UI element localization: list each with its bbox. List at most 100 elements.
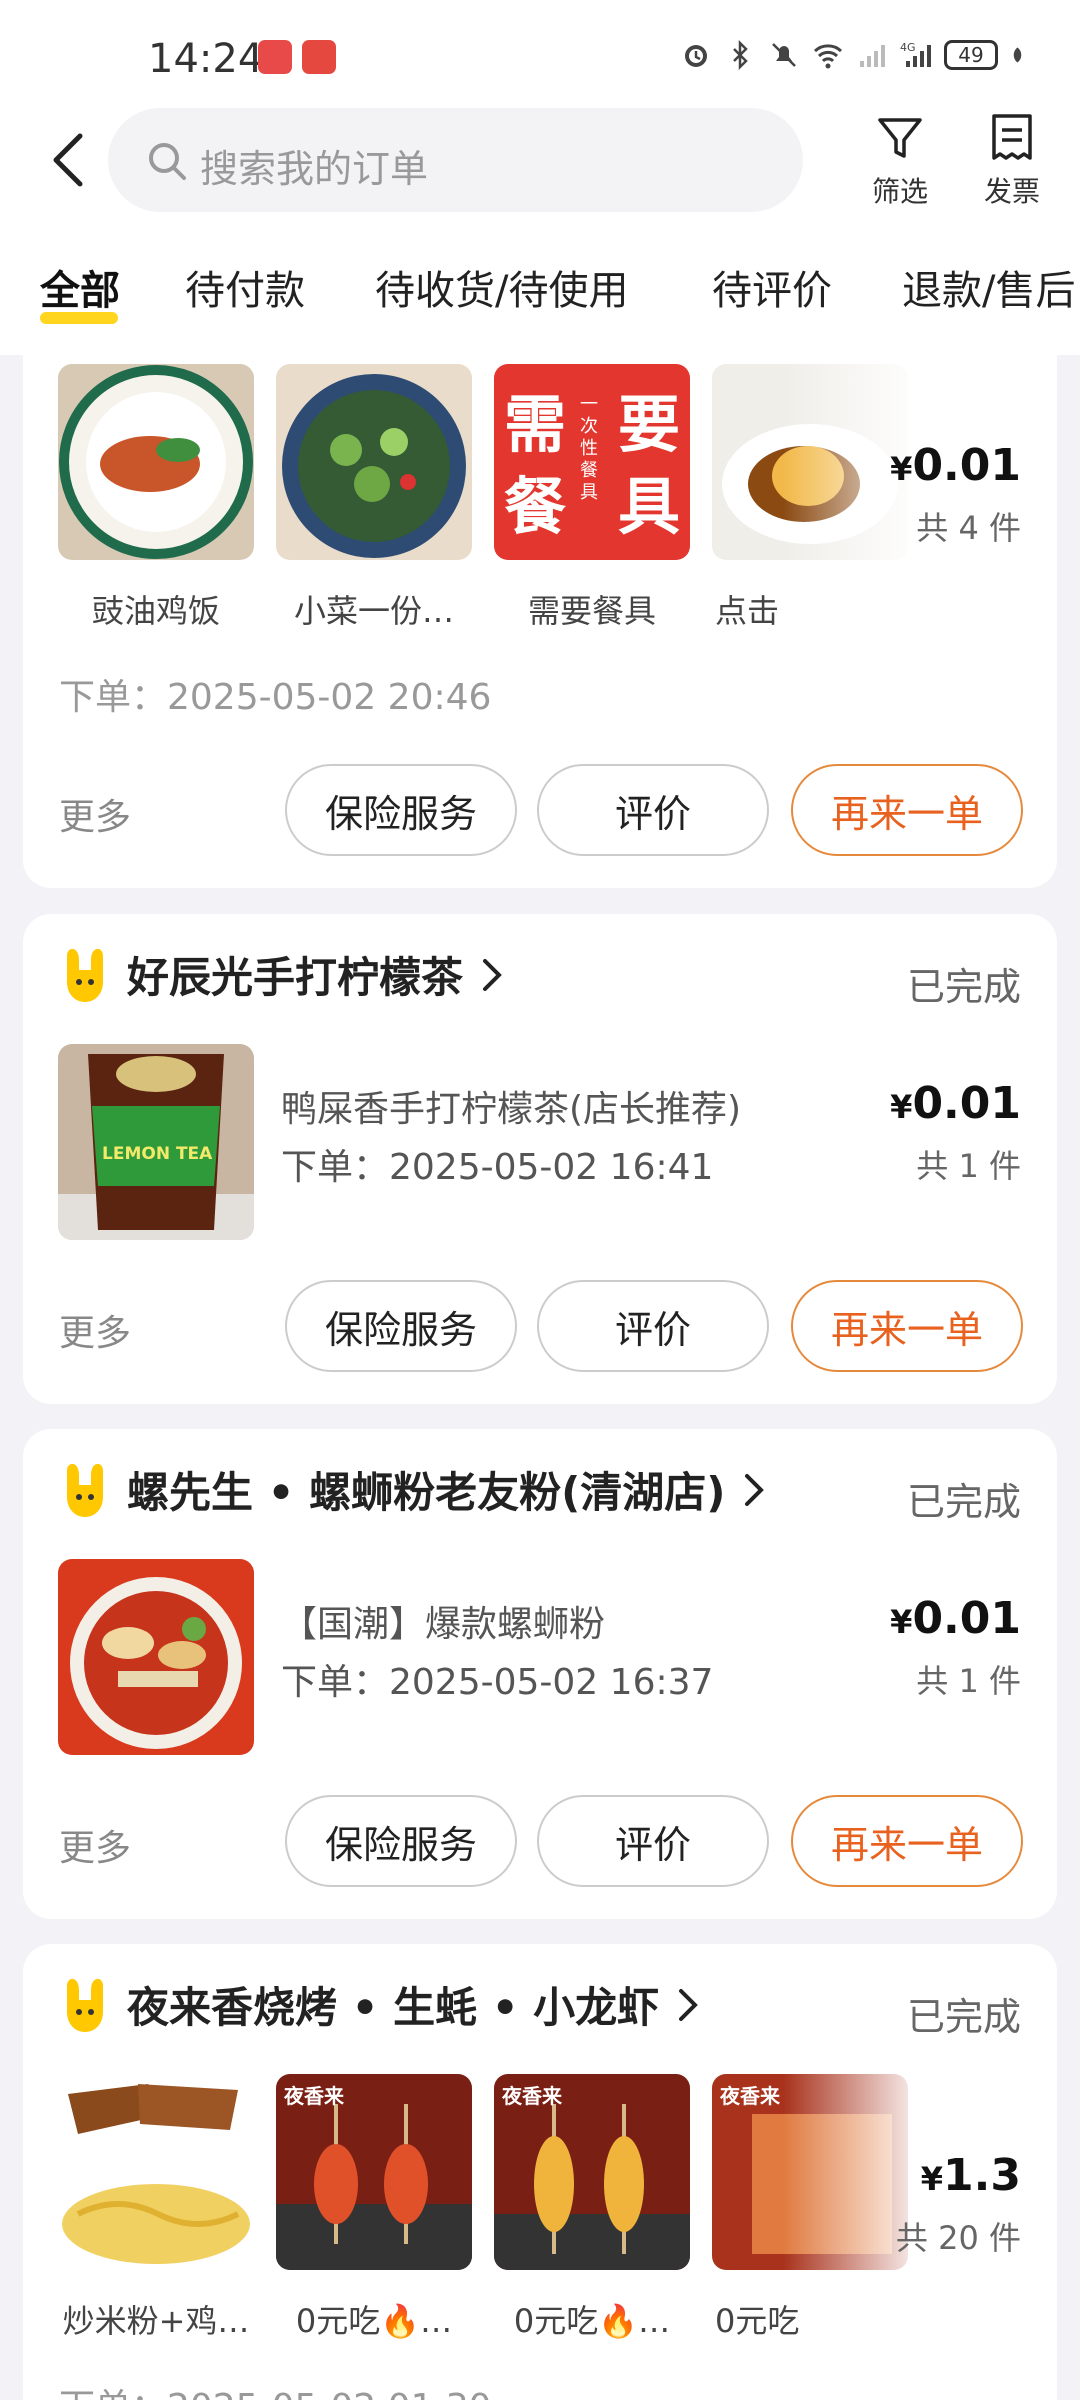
app-header: 14:24 4G 49 搜索我的订单 筛选 发票 全部 待付款 待收货/待使用 … xyxy=(0,0,1080,355)
item-name: 点击 xyxy=(715,592,780,630)
snail-noodle-image xyxy=(58,1559,254,1755)
product-thumbnail[interactable] xyxy=(276,364,472,560)
svg-text:4G: 4G xyxy=(900,41,916,54)
wifi-icon xyxy=(813,44,843,69)
item-name: 0元吃🔥… xyxy=(513,2302,671,2340)
reorder-button[interactable]: 再来一单 xyxy=(791,764,1023,856)
order-card[interactable]: 好辰光手打柠檬茶 已完成 LEMON TEA 鸭屎香手打柠檬茶(店长推荐) 下单… xyxy=(23,914,1057,1404)
tab-pending-review[interactable]: 待评价 xyxy=(712,258,832,316)
reorder-button[interactable]: 再来一单 xyxy=(791,1280,1023,1372)
product-thumbnail[interactable]: 夜香来 xyxy=(276,2074,472,2270)
review-button[interactable]: 评价 xyxy=(537,1280,769,1372)
tab-all[interactable]: 全部 xyxy=(40,258,120,316)
product-title: 鸭屎香手打柠檬茶(店长推荐) xyxy=(281,1089,742,1130)
order-price: ¥0.01 共 1 件 xyxy=(890,1593,1021,1700)
back-arrow-icon[interactable] xyxy=(48,130,88,190)
order-time: 下单：2025-05-02 16:37 xyxy=(281,1662,714,1703)
fried-rice-noodle-image xyxy=(58,2074,254,2270)
shop-name: 夜来香烧烤 • 生蚝 • 小龙虾 xyxy=(127,1983,660,2032)
order-time: 下单：2025-05-02 01:30 xyxy=(59,2378,491,2400)
order-status: 已完成 xyxy=(906,1480,1021,1524)
shop-name: 螺先生 • 螺蛳粉老友粉(清湖店) xyxy=(127,1468,726,1517)
shop-header[interactable]: 螺先生 • 螺蛳粉老友粉(清湖店) xyxy=(59,1459,767,1520)
product-title: 【国潮】爆款螺蛳粉 xyxy=(281,1604,606,1645)
invoice-label: 发票 xyxy=(983,175,1040,208)
order-price: ¥0.01 共 1 件 xyxy=(890,1078,1021,1185)
order-card[interactable]: 夜来香烧烤 • 生蚝 • 小龙虾 已完成 夜香来 夜香来 夜香来 炒米粉+鸡… … xyxy=(23,1944,1057,2400)
mute-icon xyxy=(772,43,796,67)
chevron-right-icon xyxy=(679,1988,699,2021)
status-bar: 14:24 4G 49 xyxy=(0,0,1080,115)
product-thumbnail[interactable]: 夜香来 xyxy=(494,2074,690,2270)
item-name: 豉油鸡饭 xyxy=(91,592,220,630)
status-icons: 4G 49 xyxy=(680,38,1030,72)
item-name: 小菜一份… xyxy=(293,592,454,630)
meituan-logo-icon xyxy=(67,1463,103,1517)
alarm-icon xyxy=(685,45,707,67)
thumb-text: 一次性餐具 xyxy=(580,394,598,503)
product-thumbnail[interactable]: LEMON TEA xyxy=(58,1044,254,1240)
leaf-icon xyxy=(1013,47,1022,63)
more-link[interactable]: 更多 xyxy=(59,1819,131,1871)
cucumber-dish-image xyxy=(276,364,472,560)
signal-weak-icon xyxy=(860,45,885,67)
thumb-text: 需 xyxy=(504,388,567,461)
thumb-text: 具 xyxy=(617,470,680,543)
search-placeholder: 搜索我的订单 xyxy=(200,147,429,191)
huawei-app-icon xyxy=(302,40,336,74)
tab-refund[interactable]: 退款/售后 xyxy=(902,258,1075,316)
thumb-text: LEMON TEA xyxy=(102,1144,213,1164)
order-price: ¥1.3 共 20 件 xyxy=(895,2150,1021,2257)
search-input[interactable]: 搜索我的订单 xyxy=(108,108,803,212)
item-name: 0元吃 xyxy=(715,2302,800,2340)
review-button[interactable]: 评价 xyxy=(537,764,769,856)
bluetooth-icon xyxy=(733,39,748,71)
insurance-button[interactable]: 保险服务 xyxy=(285,764,517,856)
insurance-button[interactable]: 保险服务 xyxy=(285,1280,517,1372)
meituan-logo-icon xyxy=(67,1978,103,2032)
thumb-brand: 夜香来 xyxy=(284,2084,344,2108)
order-price: ¥0.01 共 4 件 xyxy=(890,440,1021,547)
meituan-logo-icon xyxy=(67,948,103,1002)
order-status: 已完成 xyxy=(906,965,1021,1009)
tab-pending-receipt[interactable]: 待收货/待使用 xyxy=(375,258,628,316)
tab-pending-payment[interactable]: 待付款 xyxy=(185,258,305,316)
order-tabs: 全部 待付款 待收货/待使用 待评价 退款/售后 xyxy=(0,258,1080,328)
battery-icon: 49 xyxy=(944,40,998,70)
reorder-button[interactable]: 再来一单 xyxy=(791,1795,1023,1887)
invoice-button[interactable]: 发票 xyxy=(972,112,1052,210)
invoice-icon xyxy=(992,114,1032,160)
filter-icon xyxy=(878,118,922,158)
search-icon xyxy=(149,143,186,180)
filter-label: 筛选 xyxy=(871,175,928,208)
product-thumbnail[interactable] xyxy=(58,2074,254,2270)
thumb-text: 要 xyxy=(617,388,680,461)
shop-header[interactable]: 夜来香烧烤 • 生蚝 • 小龙虾 xyxy=(59,1974,701,2035)
shop-header[interactable]: 好辰光手打柠檬茶 xyxy=(59,944,505,1005)
status-time: 14:24 xyxy=(148,36,264,82)
shop-name: 好辰光手打柠檬茶 xyxy=(127,953,464,1002)
book-app-icon xyxy=(258,40,292,74)
product-thumbnail[interactable] xyxy=(58,1559,254,1755)
chevron-right-icon xyxy=(483,958,502,991)
item-name: 0元吃🔥… xyxy=(295,2302,453,2340)
item-name: 炒米粉+鸡… xyxy=(62,2302,250,2340)
order-status: 已完成 xyxy=(906,1995,1021,2039)
order-time: 下单：2025-05-02 16:41 xyxy=(281,1147,714,1188)
review-button[interactable]: 评价 xyxy=(537,1795,769,1887)
chicken-rice-image xyxy=(58,364,254,560)
order-time: 下单：2025-05-02 20:46 xyxy=(59,677,492,718)
more-link[interactable]: 更多 xyxy=(59,1304,131,1356)
thumb-text: 餐 xyxy=(504,470,567,543)
item-name: 需要餐具 xyxy=(527,592,656,630)
insurance-button[interactable]: 保险服务 xyxy=(285,1795,517,1887)
more-link[interactable]: 更多 xyxy=(59,788,131,840)
chevron-right-icon xyxy=(745,1473,765,1506)
filter-button[interactable]: 筛选 xyxy=(860,112,940,210)
order-card[interactable]: 需 要 餐 具 一次性餐具 豉油鸡饭 小菜一份… 需要餐具 点击 ¥0.01 共… xyxy=(23,300,1057,888)
thumb-brand: 夜香来 xyxy=(720,2084,780,2108)
product-thumbnail[interactable]: 需 要 餐 具 一次性餐具 xyxy=(494,364,690,560)
product-thumbnail[interactable] xyxy=(58,364,254,560)
order-card[interactable]: 螺先生 • 螺蛳粉老友粉(清湖店) 已完成 【国潮】爆款螺蛳粉 下单：2025-… xyxy=(23,1429,1057,1919)
thumb-brand: 夜香来 xyxy=(502,2084,562,2108)
